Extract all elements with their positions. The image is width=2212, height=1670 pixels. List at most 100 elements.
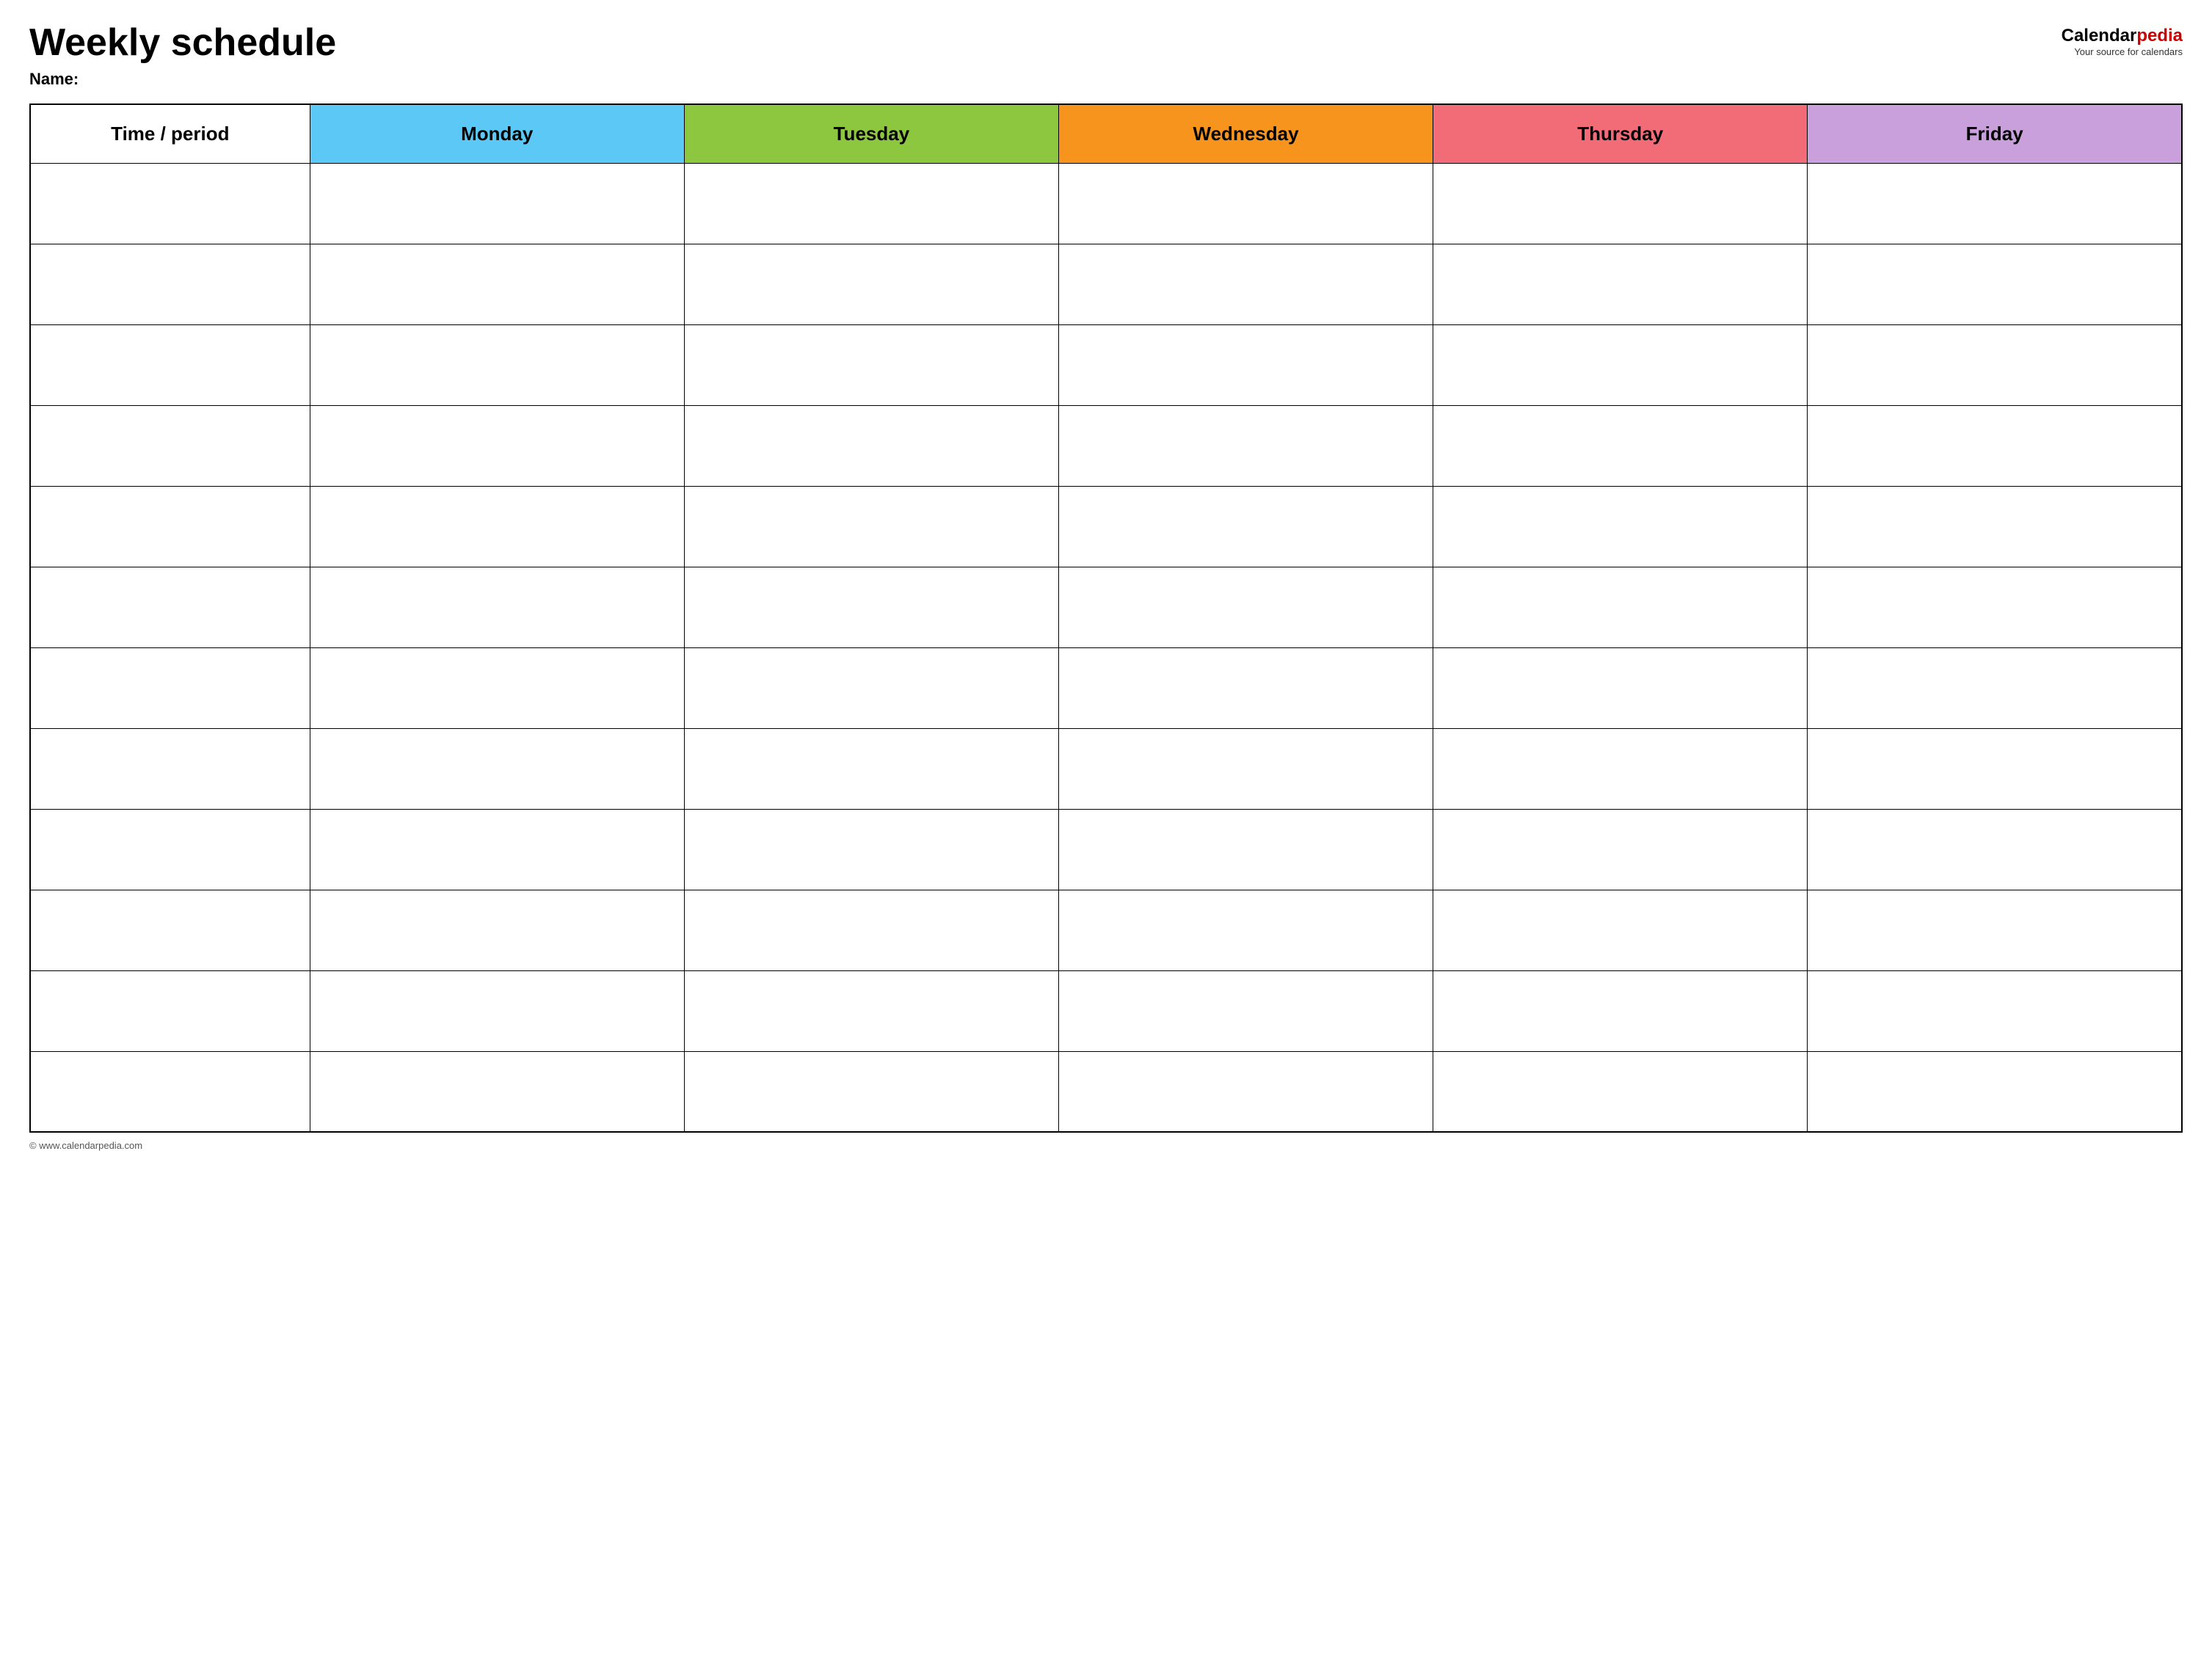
cell-row6-col5[interactable] [1808, 647, 2182, 728]
cell-row10-col0[interactable] [30, 970, 310, 1051]
cell-row2-col1[interactable] [310, 324, 684, 405]
copyright-text: © www.calendarpedia.com [29, 1140, 142, 1151]
cell-row7-col5[interactable] [1808, 728, 2182, 809]
cell-row5-col4[interactable] [1433, 567, 1808, 647]
table-row [30, 405, 2182, 486]
page-title: Weekly schedule [29, 22, 336, 64]
table-row [30, 728, 2182, 809]
cell-row5-col0[interactable] [30, 567, 310, 647]
cell-row3-col1[interactable] [310, 405, 684, 486]
cell-row11-col5[interactable] [1808, 1051, 2182, 1132]
cell-row0-col1[interactable] [310, 163, 684, 244]
cell-row11-col1[interactable] [310, 1051, 684, 1132]
cell-row7-col1[interactable] [310, 728, 684, 809]
cell-row10-col1[interactable] [310, 970, 684, 1051]
col-header-friday: Friday [1808, 104, 2182, 163]
table-row [30, 890, 2182, 970]
cell-row5-col3[interactable] [1058, 567, 1433, 647]
cell-row5-col5[interactable] [1808, 567, 2182, 647]
cell-row6-col0[interactable] [30, 647, 310, 728]
cell-row8-col3[interactable] [1058, 809, 1433, 890]
cell-row1-col2[interactable] [684, 244, 1058, 324]
schedule-table: Time / period Monday Tuesday Wednesday T… [29, 104, 2183, 1133]
cell-row1-col0[interactable] [30, 244, 310, 324]
table-row [30, 163, 2182, 244]
cell-row11-col3[interactable] [1058, 1051, 1433, 1132]
cell-row9-col2[interactable] [684, 890, 1058, 970]
cell-row3-col2[interactable] [684, 405, 1058, 486]
table-header-row: Time / period Monday Tuesday Wednesday T… [30, 104, 2182, 163]
title-area: Weekly schedule Name: [29, 22, 336, 89]
footer: © www.calendarpedia.com [29, 1140, 2183, 1151]
cell-row1-col5[interactable] [1808, 244, 2182, 324]
cell-row4-col1[interactable] [310, 486, 684, 567]
cell-row0-col5[interactable] [1808, 163, 2182, 244]
cell-row4-col4[interactable] [1433, 486, 1808, 567]
cell-row6-col2[interactable] [684, 647, 1058, 728]
cell-row6-col4[interactable] [1433, 647, 1808, 728]
cell-row9-col5[interactable] [1808, 890, 2182, 970]
cell-row7-col3[interactable] [1058, 728, 1433, 809]
cell-row10-col5[interactable] [1808, 970, 2182, 1051]
logo-brand: Calendar [2062, 26, 2137, 46]
cell-row5-col2[interactable] [684, 567, 1058, 647]
cell-row10-col4[interactable] [1433, 970, 1808, 1051]
cell-row8-col5[interactable] [1808, 809, 2182, 890]
col-header-tuesday: Tuesday [684, 104, 1058, 163]
schedule-body [30, 163, 2182, 1132]
cell-row4-col5[interactable] [1808, 486, 2182, 567]
cell-row0-col3[interactable] [1058, 163, 1433, 244]
cell-row2-col0[interactable] [30, 324, 310, 405]
col-header-wednesday: Wednesday [1058, 104, 1433, 163]
table-row [30, 1051, 2182, 1132]
name-label: Name: [29, 70, 336, 89]
cell-row0-col0[interactable] [30, 163, 310, 244]
table-row [30, 647, 2182, 728]
cell-row0-col4[interactable] [1433, 163, 1808, 244]
table-row [30, 567, 2182, 647]
logo-area: Calendarpedia Your source for calendars [2062, 26, 2183, 57]
cell-row2-col5[interactable] [1808, 324, 2182, 405]
cell-row1-col3[interactable] [1058, 244, 1433, 324]
cell-row2-col4[interactable] [1433, 324, 1808, 405]
cell-row7-col0[interactable] [30, 728, 310, 809]
cell-row9-col1[interactable] [310, 890, 684, 970]
logo-accent: pedia [2136, 26, 2183, 46]
logo-tagline: Your source for calendars [2074, 46, 2183, 57]
cell-row8-col1[interactable] [310, 809, 684, 890]
cell-row11-col4[interactable] [1433, 1051, 1808, 1132]
col-header-time: Time / period [30, 104, 310, 163]
cell-row9-col3[interactable] [1058, 890, 1433, 970]
cell-row10-col2[interactable] [684, 970, 1058, 1051]
cell-row8-col0[interactable] [30, 809, 310, 890]
cell-row2-col3[interactable] [1058, 324, 1433, 405]
cell-row11-col0[interactable] [30, 1051, 310, 1132]
cell-row3-col5[interactable] [1808, 405, 2182, 486]
cell-row2-col2[interactable] [684, 324, 1058, 405]
cell-row4-col2[interactable] [684, 486, 1058, 567]
cell-row3-col3[interactable] [1058, 405, 1433, 486]
logo-text: Calendarpedia [2062, 26, 2183, 46]
cell-row4-col0[interactable] [30, 486, 310, 567]
cell-row6-col3[interactable] [1058, 647, 1433, 728]
cell-row3-col4[interactable] [1433, 405, 1808, 486]
cell-row7-col2[interactable] [684, 728, 1058, 809]
cell-row9-col0[interactable] [30, 890, 310, 970]
table-row [30, 324, 2182, 405]
cell-row5-col1[interactable] [310, 567, 684, 647]
cell-row1-col4[interactable] [1433, 244, 1808, 324]
cell-row8-col2[interactable] [684, 809, 1058, 890]
cell-row0-col2[interactable] [684, 163, 1058, 244]
cell-row9-col4[interactable] [1433, 890, 1808, 970]
table-row [30, 486, 2182, 567]
cell-row8-col4[interactable] [1433, 809, 1808, 890]
header: Weekly schedule Name: Calendarpedia Your… [29, 22, 2183, 89]
cell-row4-col3[interactable] [1058, 486, 1433, 567]
col-header-monday: Monday [310, 104, 684, 163]
cell-row7-col4[interactable] [1433, 728, 1808, 809]
cell-row3-col0[interactable] [30, 405, 310, 486]
cell-row6-col1[interactable] [310, 647, 684, 728]
cell-row1-col1[interactable] [310, 244, 684, 324]
cell-row11-col2[interactable] [684, 1051, 1058, 1132]
cell-row10-col3[interactable] [1058, 970, 1433, 1051]
